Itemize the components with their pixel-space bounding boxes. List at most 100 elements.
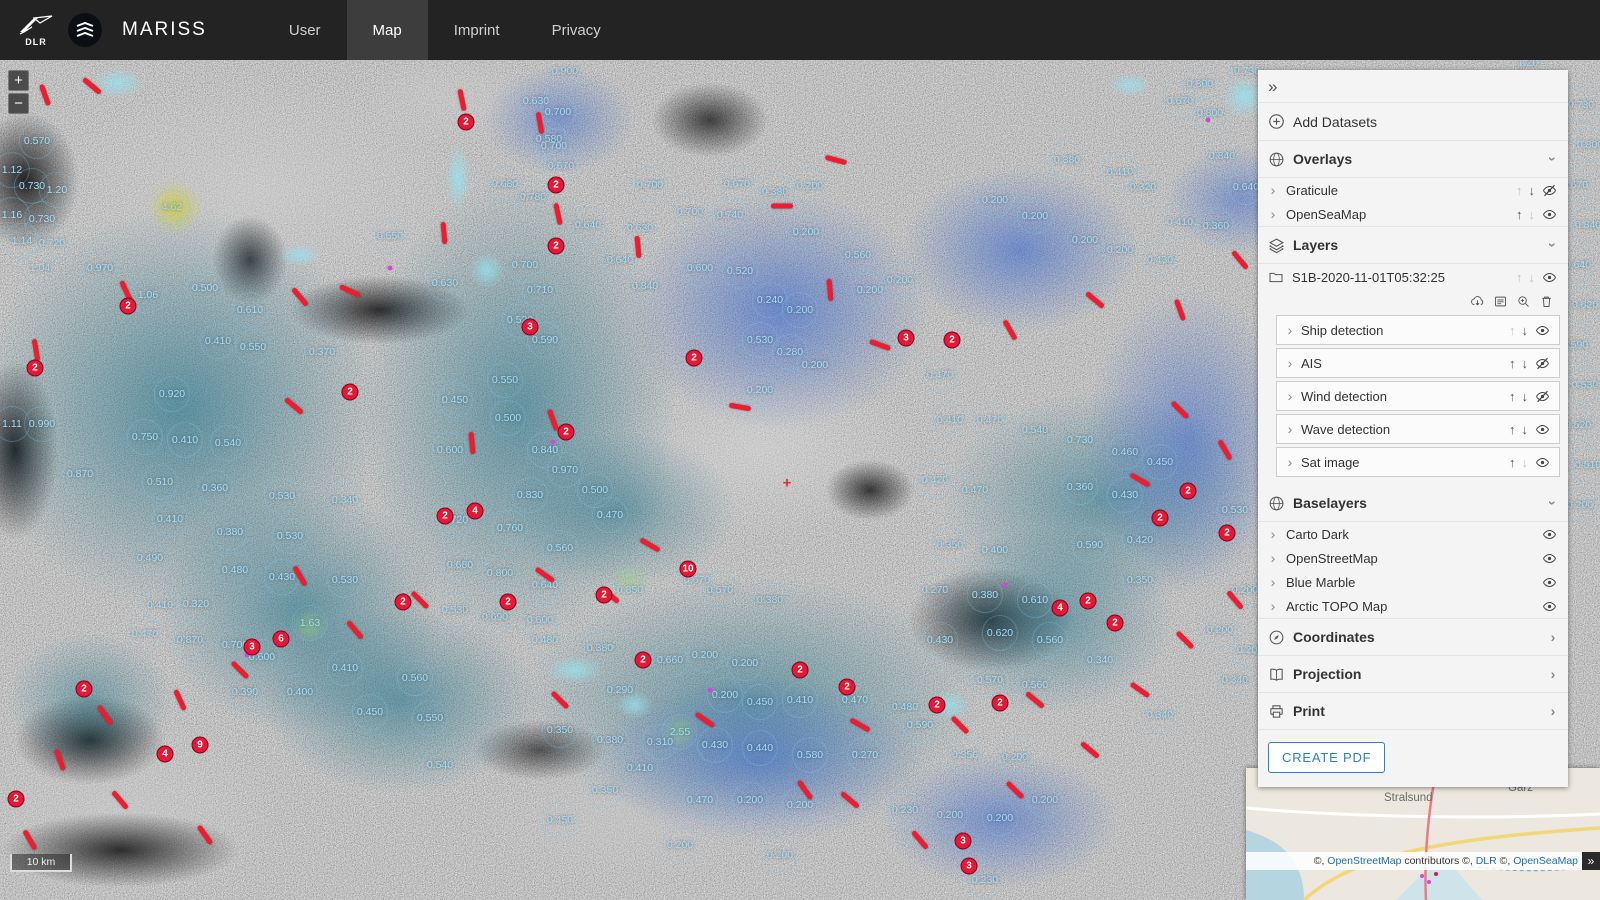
ship-detection-cluster-marker[interactable]: 2 [342,384,359,401]
section-projection[interactable]: Projection › [1258,656,1568,693]
ship-detection-cluster-marker[interactable]: 4 [1052,600,1069,617]
visibility-toggle-icon[interactable] [1534,454,1551,471]
move-down-button[interactable]: ↓ [1529,184,1536,197]
ship-detection-cluster-marker[interactable]: 2 [27,360,44,377]
add-datasets-button[interactable]: Add Datasets [1258,103,1568,141]
ship-detection-cluster-marker[interactable]: 2 [558,424,575,441]
move-down-button[interactable]: ↓ [1529,208,1536,221]
baselayer-item-carto-dark[interactable]: › Carto Dark [1258,522,1568,546]
visibility-toggle-icon[interactable] [1541,206,1558,223]
ship-detection-cluster-marker[interactable]: 2 [548,177,565,194]
layer-item-wind-detection[interactable]: › Wind detection ↑ ↓ [1276,381,1560,411]
ship-detection-cluster-marker[interactable]: 2 [1180,483,1197,500]
move-up-button[interactable]: ↑ [1509,456,1516,469]
move-up-button[interactable]: ↑ [1509,390,1516,403]
visibility-toggle-icon[interactable] [1541,269,1558,286]
section-baselayers[interactable]: Baselayers › [1258,485,1568,522]
layer-item-sat-image[interactable]: › Sat image ↑ ↓ [1276,447,1560,477]
ship-detection-cluster-marker[interactable]: 2 [8,791,25,808]
attribution-link[interactable]: DLR [1476,855,1497,867]
ship-detection-cluster-marker[interactable]: 4 [157,746,174,763]
move-down-button[interactable]: ↓ [1522,423,1529,436]
visibility-toggle-icon[interactable] [1541,574,1558,591]
ship-detection-cluster-marker[interactable]: 2 [500,594,517,611]
download-layer-button[interactable] [1470,294,1485,309]
move-up-button[interactable]: ↑ [1516,271,1523,284]
zoom-in-button[interactable]: + [8,70,29,91]
annotation-button[interactable] [1493,294,1508,309]
ship-detection-cluster-marker[interactable]: 3 [244,639,261,656]
visibility-toggle-icon[interactable] [1534,322,1551,339]
visibility-toggle-icon[interactable] [1541,182,1558,199]
ship-detection-cluster-marker[interactable]: 2 [548,238,565,255]
move-down-button[interactable]: ↓ [1529,271,1536,284]
ship-detection-cluster-marker[interactable]: 2 [839,679,856,696]
create-pdf-button[interactable]: CREATE PDF [1268,742,1385,773]
attribution-link[interactable]: OpenSeaMap [1513,855,1578,867]
move-up-button[interactable]: ↑ [1509,324,1516,337]
layer-item-wave-detection[interactable]: › Wave detection ↑ ↓ [1276,414,1560,444]
baselayer-item-arctic-topo[interactable]: › Arctic TOPO Map [1258,594,1568,619]
move-up-button[interactable]: ↑ [1509,423,1516,436]
ship-detection-cluster-marker[interactable]: 2 [992,695,1009,712]
overlay-item-graticule[interactable]: › Graticule ↑ ↓ [1258,178,1568,202]
overview-map[interactable]: StralsundGarz ©, OpenStreetMap contribut… [1246,768,1600,900]
layer-item-ship-detection[interactable]: › Ship detection ↑ ↓ [1276,315,1560,345]
visibility-toggle-icon[interactable] [1534,355,1551,372]
visibility-toggle-icon[interactable] [1534,388,1551,405]
section-overlays[interactable]: Overlays › [1258,141,1568,178]
ship-detection-cluster-marker[interactable]: 2 [1107,615,1124,632]
ship-detection-cluster-marker[interactable]: 2 [1152,510,1169,527]
ship-detection-cluster-marker[interactable]: 2 [929,697,946,714]
ship-detection-cluster-marker[interactable]: 2 [120,298,137,315]
baselayer-item-openstreetmap[interactable]: › OpenStreetMap [1258,546,1568,570]
move-up-button[interactable]: ↑ [1516,208,1523,221]
ship-detection-cluster-marker[interactable]: 2 [792,662,809,679]
visibility-toggle-icon[interactable] [1541,598,1558,615]
section-print[interactable]: Print › [1258,693,1568,730]
visibility-toggle-icon[interactable] [1541,550,1558,567]
ship-detection-cluster-marker[interactable]: 3 [898,330,915,347]
ship-detection-cluster-marker[interactable]: 3 [522,319,539,336]
ship-detection-cluster-marker[interactable]: 4 [467,503,484,520]
ship-detection-cluster-marker[interactable]: 2 [596,587,613,604]
baselayer-item-blue-marble[interactable]: › Blue Marble [1258,570,1568,594]
delete-layer-button[interactable] [1539,294,1554,309]
nav-item-map[interactable]: Map [347,0,428,60]
ship-detection-cluster-marker[interactable]: 2 [944,332,961,349]
layer-item-ais[interactable]: › AIS ↑ ↓ [1276,348,1560,378]
ship-detection-cluster-marker[interactable]: 9 [192,737,209,754]
ship-detection-cluster-marker[interactable]: 2 [437,508,454,525]
move-down-button[interactable]: ↓ [1522,357,1529,370]
section-coordinates[interactable]: Coordinates › [1258,619,1568,656]
ship-detection-cluster-marker[interactable]: 2 [686,350,703,367]
section-layers[interactable]: Layers › [1258,227,1568,264]
move-up-button[interactable]: ↑ [1509,357,1516,370]
move-down-button[interactable]: ↓ [1522,456,1529,469]
ship-detection-cluster-marker[interactable]: 10 [679,561,696,578]
visibility-toggle-icon[interactable] [1534,421,1551,438]
ship-detection-cluster-marker[interactable]: 2 [395,594,412,611]
ship-detection-cluster-marker[interactable]: 6 [273,631,290,648]
zoom-out-button[interactable]: − [8,93,29,114]
ship-detection-cluster-marker[interactable]: 2 [635,652,652,669]
nav-item-user[interactable]: User [263,0,347,60]
nav-item-privacy[interactable]: Privacy [526,0,627,60]
ship-detection-cluster-marker[interactable]: 2 [1080,593,1097,610]
attribution-expand-button[interactable]: » [1582,852,1600,870]
panel-collapse-button[interactable]: » [1258,70,1568,103]
ship-detection-cluster-marker[interactable]: 3 [955,833,972,850]
move-up-button[interactable]: ↑ [1516,184,1523,197]
ship-detection-cluster-marker[interactable]: 2 [458,114,475,131]
overlay-item-openseamap[interactable]: › OpenSeaMap ↑ ↓ [1258,202,1568,227]
ship-detection-cluster-marker[interactable]: 3 [961,858,978,875]
attribution-link[interactable]: OpenStreetMap [1327,855,1401,867]
layer-group-s1b[interactable]: S1B-2020-11-01T05:32:25 ↑ ↓ [1258,264,1568,290]
nav-item-imprint[interactable]: Imprint [428,0,526,60]
move-down-button[interactable]: ↓ [1522,390,1529,403]
ship-detection-cluster-marker[interactable]: 2 [76,681,93,698]
move-down-button[interactable]: ↓ [1522,324,1529,337]
ship-detection-cluster-marker[interactable]: 2 [1219,525,1236,542]
visibility-toggle-icon[interactable] [1541,526,1558,543]
zoom-to-layer-button[interactable] [1516,294,1531,309]
